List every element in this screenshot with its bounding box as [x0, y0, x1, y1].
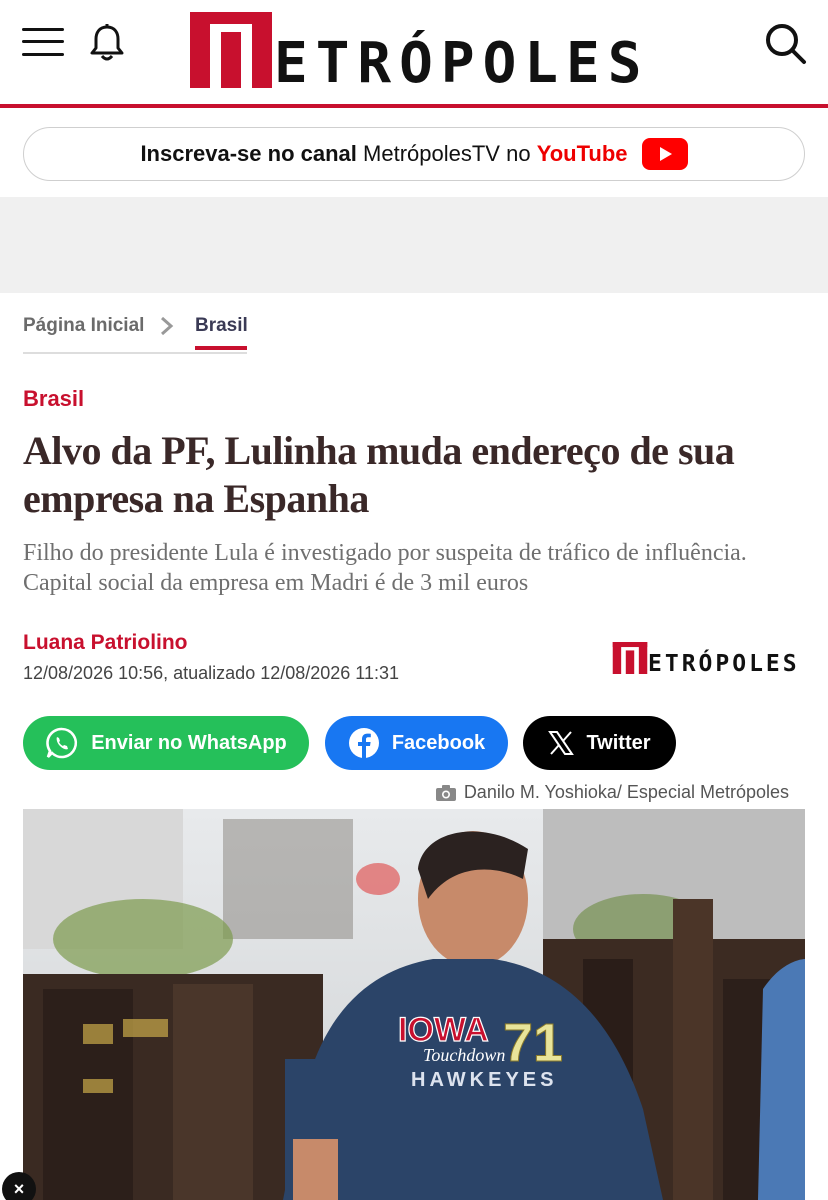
advertisement-slot [0, 197, 828, 293]
chevron-right-icon [161, 316, 174, 336]
photo-credit-text: Danilo M. Yoshioka/ Especial Metrópoles [463, 782, 789, 802]
logo-wordmark: ETRÓPOLES [274, 31, 650, 96]
x-logo-icon [548, 731, 575, 755]
shirt-print-iowa: IOWA [398, 1011, 489, 1049]
shirt-print-touchdown: Touchdown [423, 1045, 505, 1065]
hamburger-menu-icon[interactable] [22, 26, 64, 58]
bell-icon[interactable] [86, 22, 128, 64]
photo-credit: Danilo M. Yoshioka/ Especial Metrópoles [435, 782, 789, 803]
article-photo-illustration: IOWA 71 Touchdown HAWKEYES [23, 809, 805, 1200]
camera-icon [435, 784, 456, 801]
article-dates: 12/08/2026 10:56, atualizado 12/08/2026 … [23, 663, 399, 683]
youtube-banner-middle: no [506, 141, 531, 166]
shirt-print-number: 71 [503, 1013, 563, 1073]
close-ad-button[interactable]: × [2, 1172, 36, 1200]
breadcrumb-current-link[interactable]: Brasil [195, 315, 248, 337]
article-headline: Alvo da PF, Lulinha muda endereço de sua… [23, 428, 735, 521]
article-category[interactable]: Brasil [23, 386, 84, 412]
metropoles-m-mark [190, 12, 272, 88]
metropoles-m-mark-small [612, 642, 648, 674]
metropoles-logo[interactable]: ETRÓPOLES [190, 4, 649, 92]
youtube-icon [641, 138, 688, 170]
shirt-print-hawkeyes: HAWKEYES [411, 1069, 557, 1091]
share-facebook-label: Facebook [391, 731, 486, 754]
article-photo: IOWA 71 Touchdown HAWKEYES [23, 809, 805, 1200]
site-header: ETRÓPOLES [0, 0, 828, 108]
breadcrumb: Página Inicial Brasil [23, 306, 248, 354]
youtube-platform-name: YouTube [536, 141, 628, 166]
metropoles-small-logo: ETRÓPOLES [612, 642, 800, 677]
share-twitter-button[interactable]: Twitter [523, 716, 676, 770]
search-icon[interactable] [762, 20, 808, 66]
whatsapp-icon [46, 727, 78, 759]
article-author[interactable]: Luana Patriolino [23, 631, 188, 655]
youtube-banner-text: Inscreva-se no canal MetrópolesTV no You… [140, 141, 627, 167]
breadcrumb-home-link[interactable]: Página Inicial [23, 315, 144, 337]
share-twitter-label: Twitter [586, 731, 651, 754]
youtube-subscribe-banner[interactable]: Inscreva-se no canal MetrópolesTV no You… [23, 127, 805, 181]
small-logo-wordmark: ETRÓPOLES [648, 651, 800, 677]
share-whatsapp-label: Enviar no WhatsApp [91, 731, 287, 754]
share-whatsapp-button[interactable]: Enviar no WhatsApp [23, 716, 309, 770]
youtube-channel-name: MetrópolesTV [363, 141, 500, 166]
share-facebook-button[interactable]: Facebook [325, 716, 508, 770]
youtube-banner-prefix: Inscreva-se no canal [140, 141, 357, 166]
article-subtitle: Filho do presidente Lula é investigado p… [23, 540, 747, 596]
facebook-icon [348, 728, 379, 758]
breadcrumb-active-underline [195, 346, 247, 350]
